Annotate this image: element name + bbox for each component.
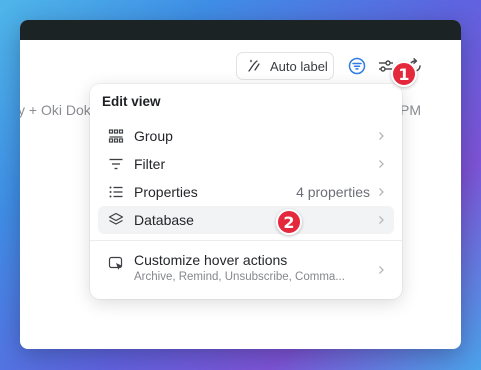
window-top-bar (20, 20, 461, 40)
menu-item-label: Filter (134, 156, 166, 172)
menu-title: Edit view (102, 94, 161, 109)
chevron-right-icon (379, 266, 384, 274)
chevron-right-icon (379, 216, 384, 224)
chevron-right-icon (379, 132, 384, 140)
chevron-right-icon (379, 160, 384, 168)
menu-item-filter[interactable]: Filter (98, 150, 394, 178)
menu-item-subtitle: Archive, Remind, Unsubscribe, Comma... (134, 271, 345, 283)
layers-icon (108, 212, 124, 225)
menu-divider (90, 240, 402, 241)
menu-item-label: Properties (134, 184, 198, 200)
properties-count: 4 properties (296, 184, 370, 200)
edit-view-menu: Edit view Group Filter Properties 4 prop… (90, 84, 402, 299)
chevron-right-icon (379, 188, 384, 196)
background-row-time: PM (400, 102, 421, 118)
filter-icon[interactable] (348, 57, 366, 75)
menu-item-customize-hover[interactable]: Customize hover actions Archive, Remind,… (98, 250, 394, 290)
background-row-text: y + Oki Dok (20, 102, 91, 118)
step-badge-1: 1 (391, 61, 417, 87)
step-badge-2: 2 (276, 209, 302, 235)
list-icon (109, 186, 123, 198)
auto-label-button[interactable]: Auto label (236, 52, 334, 80)
auto-label-text: Auto label (270, 58, 328, 74)
menu-item-group[interactable]: Group (98, 122, 394, 150)
filter-lines-icon (109, 158, 123, 170)
menu-item-label: Database (134, 212, 194, 228)
cursor-window-icon (108, 256, 123, 270)
menu-item-label: Customize hover actions (134, 252, 288, 268)
sparkle-pen-icon (248, 59, 260, 72)
grid-icon (108, 129, 124, 143)
menu-item-database[interactable]: Database (98, 206, 394, 234)
menu-item-properties[interactable]: Properties 4 properties (98, 178, 394, 206)
menu-item-label: Group (134, 128, 173, 144)
